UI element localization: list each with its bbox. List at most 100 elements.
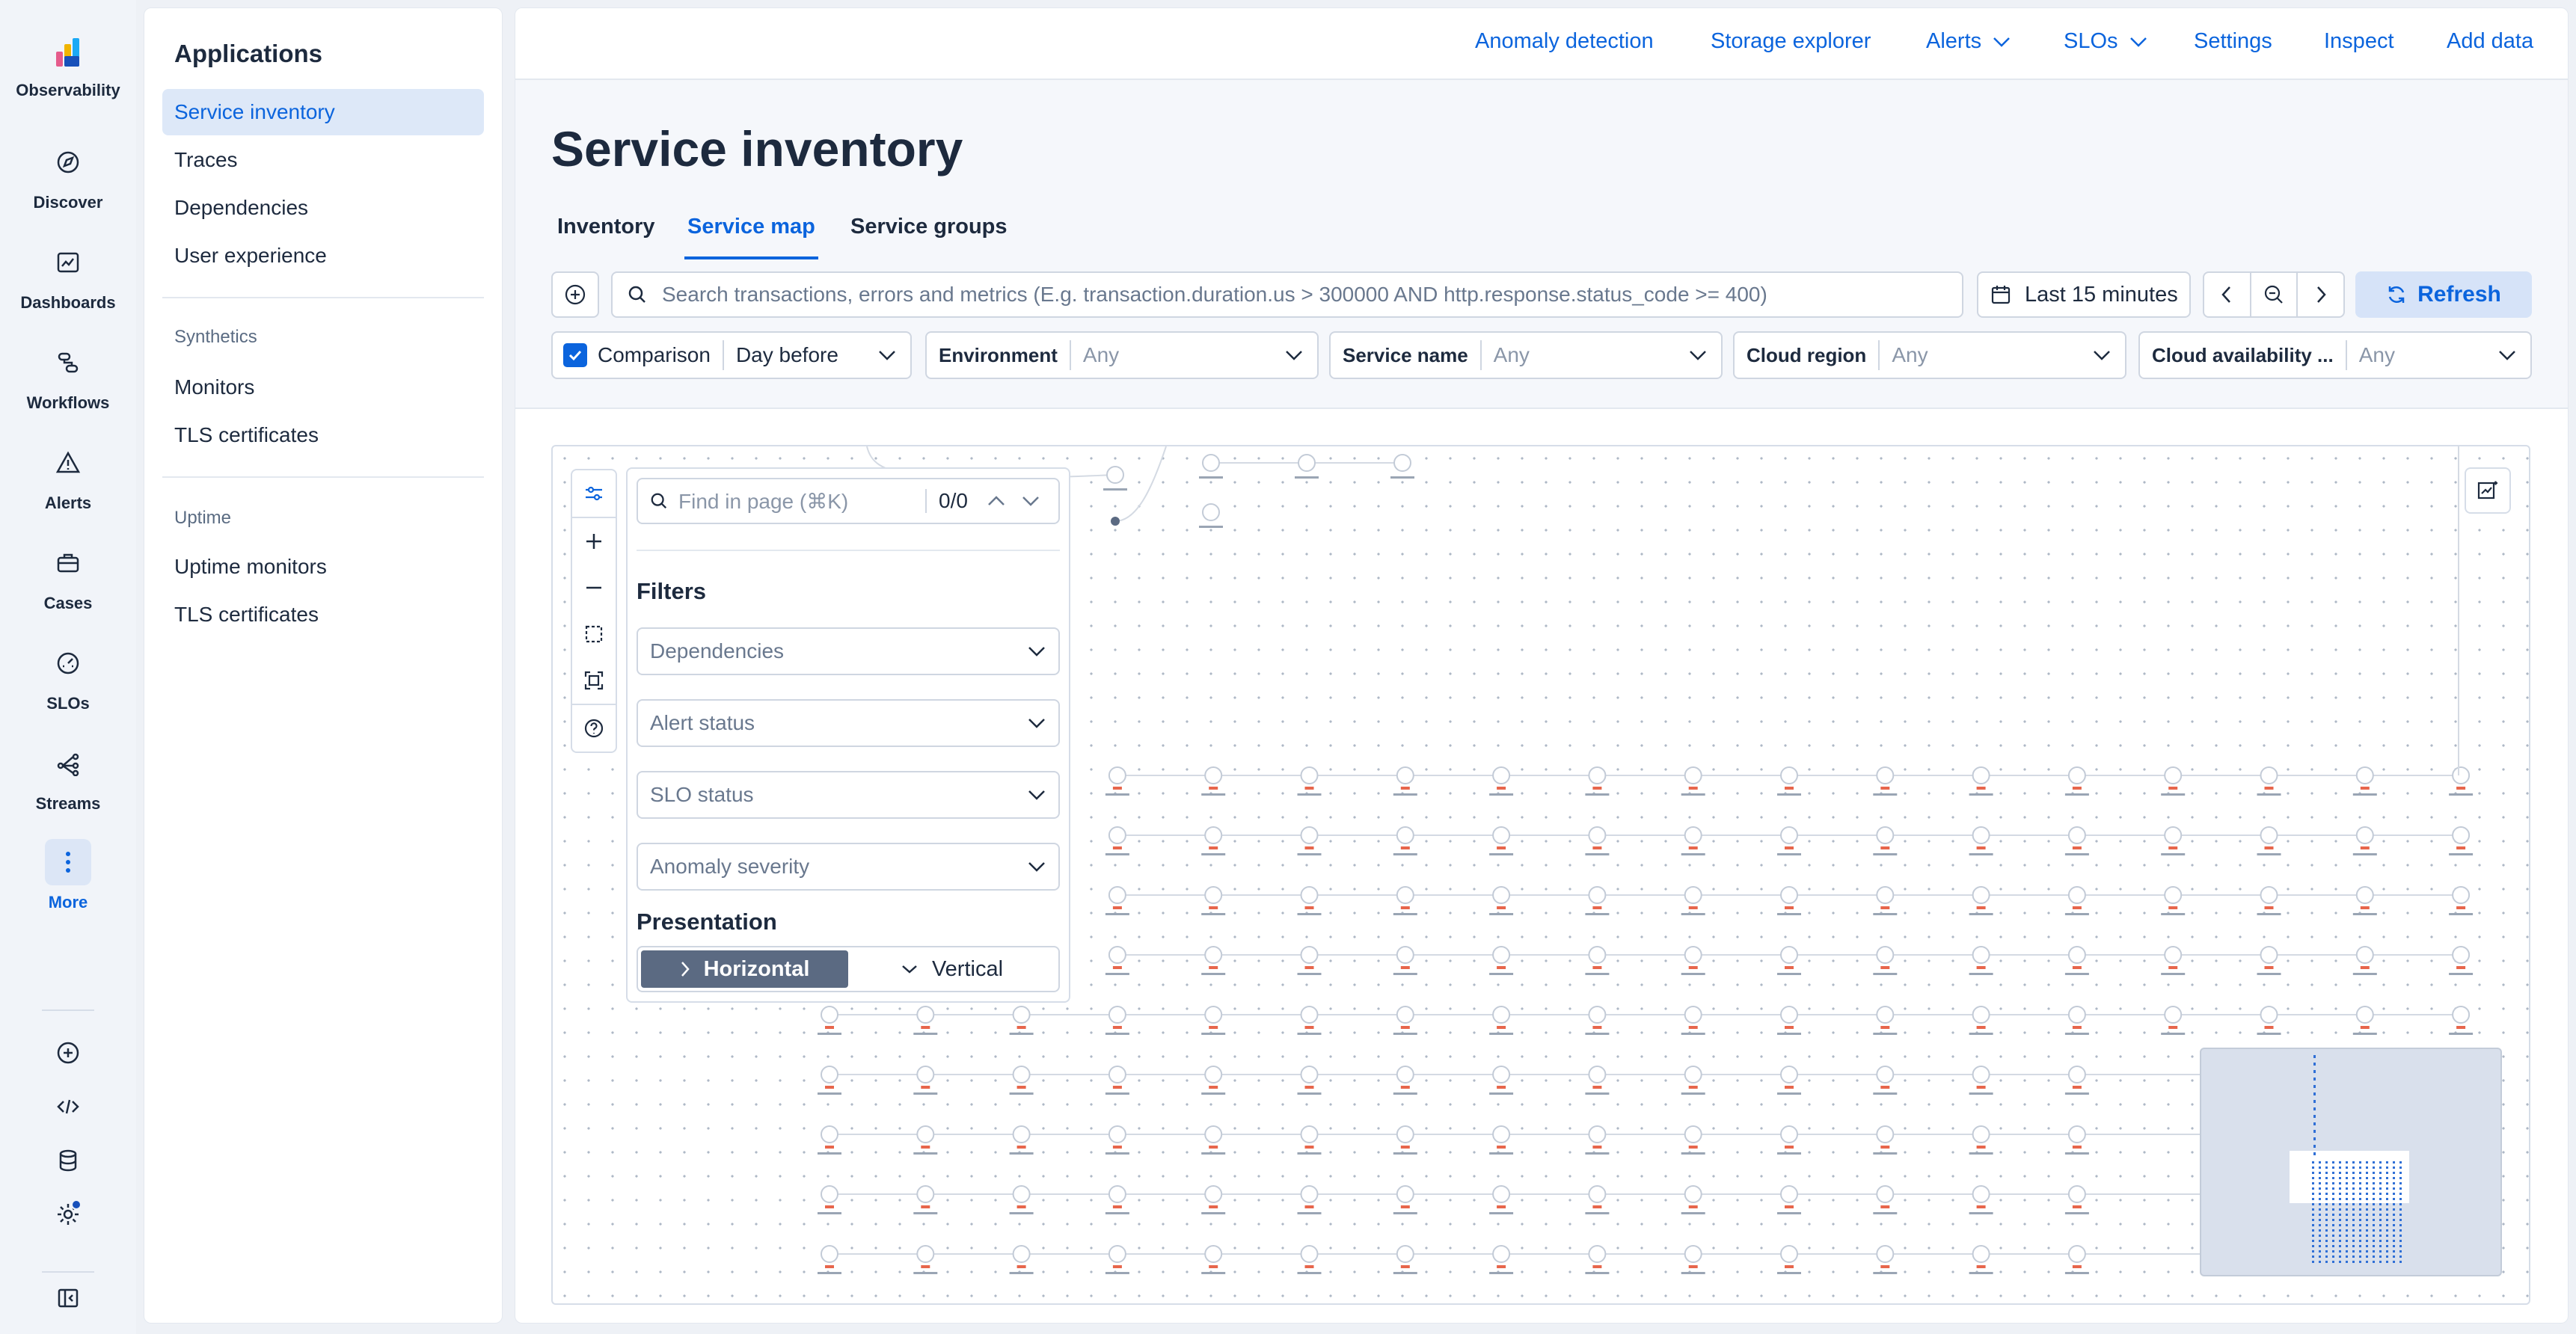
- service-node: [1780, 1006, 1798, 1024]
- find-in-page-input[interactable]: Find in page (⌘K) 0/0: [637, 478, 1060, 524]
- side-nav-item-traces[interactable]: Traces: [162, 137, 484, 183]
- service-node: [1300, 1245, 1319, 1263]
- minimap-node: [2332, 1224, 2334, 1226]
- tab-service-groups[interactable]: Service groups: [850, 215, 1008, 259]
- comparison-select[interactable]: Day before: [724, 343, 877, 367]
- help-button[interactable]: [572, 705, 616, 751]
- side-nav-item-uptime-monitors[interactable]: Uptime monitors: [162, 544, 484, 590]
- dependencies-select[interactable]: Dependencies: [637, 627, 1060, 675]
- service-name-filter[interactable]: Service name Any: [1329, 331, 1723, 379]
- service-node-label: [2449, 793, 2474, 796]
- settings-link[interactable]: Settings: [2194, 29, 2272, 54]
- zoom-out-button[interactable]: [572, 565, 616, 611]
- service-map-canvas[interactable]: Find in page (⌘K) 0/0 Filters Dependenci…: [551, 445, 2530, 1305]
- find-placeholder: Find in page (⌘K): [678, 489, 849, 513]
- export-map-button[interactable]: [2465, 467, 2511, 514]
- side-nav-item-user-experience[interactable]: User experience: [162, 233, 484, 279]
- side-nav-item-tls-certificates[interactable]: TLS certificates: [162, 412, 484, 458]
- minimap-node: [2373, 1208, 2375, 1211]
- anomaly-detection-link[interactable]: Anomaly detection: [1475, 29, 1654, 54]
- storage-explorer-link[interactable]: Storage explorer: [1711, 29, 1871, 54]
- rail-item-discover[interactable]: Discover: [0, 139, 136, 212]
- service-node-alert-badge: [1112, 1146, 1122, 1149]
- rail-item-dashboards[interactable]: Dashboards: [0, 239, 136, 313]
- rail-item-workflows[interactable]: Workflows: [0, 339, 136, 413]
- add-circle-icon[interactable]: [50, 1035, 86, 1071]
- service-node: [1300, 1066, 1319, 1084]
- side-nav-item-service-inventory[interactable]: Service inventory: [162, 89, 484, 135]
- service-node-alert-badge: [1592, 787, 1602, 790]
- tab-service-map[interactable]: Service map: [684, 215, 818, 259]
- slo-status-select[interactable]: SLO status: [637, 771, 1060, 819]
- zoom-in-button[interactable]: [572, 518, 616, 565]
- minimap-node: [2312, 1214, 2314, 1216]
- cloud-region-filter[interactable]: Cloud region Any: [1733, 331, 2126, 379]
- chevron-down-icon: [2092, 349, 2112, 361]
- service-map-minimap[interactable]: [2200, 1048, 2502, 1276]
- minimap-node: [2373, 1214, 2375, 1216]
- query-menu-button[interactable]: [551, 271, 599, 318]
- panel-divider: [637, 550, 1060, 551]
- service-node-alert-badge: [1880, 1146, 1890, 1149]
- environment-filter[interactable]: Environment Any: [925, 331, 1319, 379]
- database-icon[interactable]: [50, 1143, 86, 1178]
- side-nav-item-dependencies[interactable]: Dependencies: [162, 185, 484, 231]
- rail-item-streams[interactable]: Streams: [0, 740, 136, 814]
- service-node: [2067, 1125, 2086, 1143]
- minimap-node: [2379, 1161, 2382, 1164]
- rail-item-more[interactable]: More: [0, 839, 136, 912]
- rail-item-cases[interactable]: Cases: [0, 540, 136, 613]
- minimap-node: [2359, 1214, 2361, 1216]
- minimap-node: [2352, 1193, 2355, 1195]
- notification-dot: [71, 1199, 82, 1210]
- previous-time-button[interactable]: [2204, 273, 2251, 316]
- minimap-node: [2346, 1198, 2348, 1200]
- zoom-out-time-button[interactable]: [2251, 273, 2299, 316]
- date-picker-button[interactable]: Last 15 minutes: [1977, 271, 2191, 318]
- service-node-label: [1585, 793, 1610, 796]
- side-nav-item-uptime-tls-certificates[interactable]: TLS certificates: [162, 591, 484, 638]
- rail-item-observability[interactable]: Observability: [0, 30, 136, 100]
- horizontal-layout-button[interactable]: Horizontal: [641, 950, 848, 988]
- next-match-chevron-down-icon[interactable]: [1022, 496, 1040, 506]
- slos-menu[interactable]: SLOs: [2064, 29, 2148, 54]
- service-node-label: [1777, 1092, 1801, 1095]
- service-node-label: [818, 1092, 841, 1095]
- tab-inventory[interactable]: Inventory: [557, 215, 655, 259]
- vertical-layout-button[interactable]: Vertical: [848, 950, 1055, 988]
- side-nav-item-monitors[interactable]: Monitors: [162, 364, 484, 411]
- code-icon[interactable]: [50, 1089, 86, 1125]
- minus-icon: [585, 579, 603, 597]
- fit-view-button[interactable]: [572, 657, 616, 704]
- alerts-menu[interactable]: Alerts: [1926, 29, 2011, 54]
- service-node-alert-badge: [2072, 787, 2082, 790]
- minimap-node: [2339, 1193, 2341, 1195]
- service-node: [1972, 826, 1990, 844]
- rail-item-slos[interactable]: SLOs: [0, 640, 136, 713]
- select-area-button[interactable]: [572, 611, 616, 657]
- cloud-availability-filter[interactable]: Cloud availability ... Any: [2138, 331, 2532, 379]
- gear-icon[interactable]: [50, 1196, 86, 1232]
- collapse-nav-icon[interactable]: [50, 1280, 86, 1316]
- service-node-label: [2449, 973, 2474, 975]
- search-icon: [650, 492, 668, 510]
- service-node-alert-badge: [1400, 1265, 1410, 1268]
- alert-status-select[interactable]: Alert status: [637, 699, 1060, 747]
- next-time-button[interactable]: [2298, 273, 2343, 316]
- query-search-bar[interactable]: Search transactions, errors and metrics …: [611, 271, 1963, 318]
- service-node-label: [1873, 1152, 1898, 1155]
- rail-item-alerts[interactable]: Alerts: [0, 440, 136, 513]
- toggle-filters-button[interactable]: [572, 470, 616, 517]
- chevron-down-icon: [1992, 36, 2011, 48]
- service-node: [1396, 1185, 1414, 1203]
- inspect-link[interactable]: Inspect: [2324, 29, 2394, 54]
- refresh-button[interactable]: Refresh: [2355, 271, 2532, 318]
- service-node-label: [2449, 853, 2474, 855]
- minimap-node: [2352, 1177, 2355, 1179]
- comparison-checkbox[interactable]: [563, 343, 587, 367]
- minimap-node: [2393, 1224, 2395, 1226]
- previous-match-chevron-up-icon[interactable]: [987, 496, 1005, 506]
- add-data-link[interactable]: Add data: [2447, 29, 2533, 54]
- anomaly-severity-select[interactable]: Anomaly severity: [637, 843, 1060, 891]
- minimap-node: [2352, 1161, 2355, 1164]
